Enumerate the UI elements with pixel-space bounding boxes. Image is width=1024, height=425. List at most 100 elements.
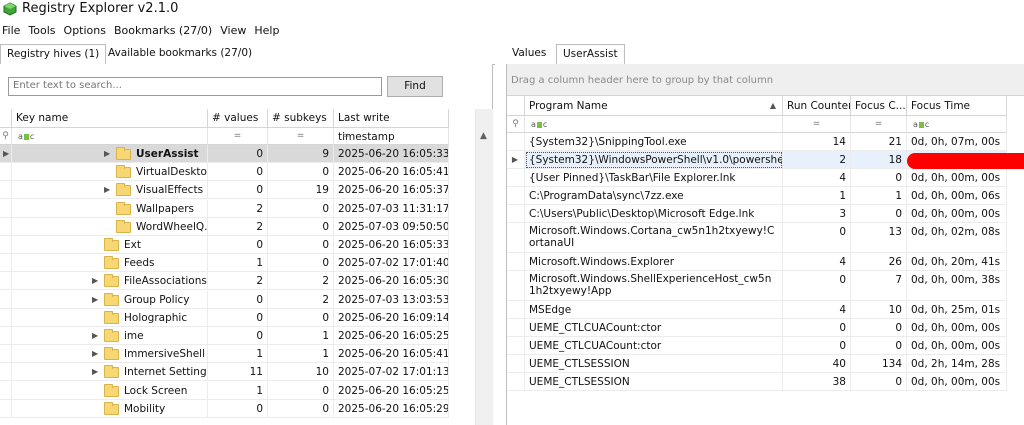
row-indicator (0, 345, 12, 364)
col-program-name[interactable]: Program Name ▲ (525, 96, 783, 116)
registry-key-row[interactable]: ▶ ImmersiveShell 1 1 2025-06-20 16:05:41 (0, 345, 464, 364)
key-name-cell[interactable]: ▶ UserAssist (12, 145, 208, 163)
key-name-cell[interactable]: ▶ Internet Settings (12, 363, 208, 382)
expand-arrow-icon[interactable]: ▶ (104, 145, 112, 162)
key-name-cell[interactable]: ▶ Group Policy (12, 290, 208, 309)
expand-arrow-icon[interactable]: ▶ (92, 345, 100, 362)
registry-key-row[interactable]: Holographic 0 0 2025-06-20 16:09:14 (0, 308, 464, 327)
userassist-row[interactable]: {System32}\SnippingTool.exe 14 21 0d, 0h, 0… (507, 133, 1007, 151)
col-run-counter[interactable]: Run Counter (783, 96, 851, 116)
registry-key-row[interactable]: Lock Screen 1 0 2025-06-20 16:05:25 (0, 381, 464, 400)
registry-key-row[interactable]: ▶ ime 0 1 2025-06-20 16:05:25 (0, 327, 464, 345)
tab-available-bookmarks[interactable]: Available bookmarks (27/0) (102, 44, 258, 63)
key-name-cell[interactable]: Holographic (12, 308, 208, 327)
filter-row-icon: ⚲ (507, 116, 525, 133)
program-name[interactable]: C:\Users\Public\Desktop\Microsoft Edge.l… (525, 205, 783, 223)
program-name[interactable]: Microsoft.Windows.Cortana_cw5n1h2txyewy!… (525, 223, 783, 253)
program-name[interactable]: {User Pinned}\TaskBar\File Explorer.lnk (525, 169, 783, 187)
program-name[interactable]: C:\ProgramData\sync\7zz.exe (525, 187, 783, 205)
userassist-row[interactable]: {User Pinned}\TaskBar\File Explorer.lnk 4… (507, 169, 1007, 187)
filter-focus-count[interactable]: = (851, 116, 907, 133)
userassist-row[interactable]: UEME_CTLCUACount:ctor 0 0 0d, 0h, 00m, 00s (507, 319, 1007, 337)
registry-key-row[interactable]: ▶ VisualEffects 0 19 2025-06-20 16:05:37 (0, 181, 464, 200)
program-name[interactable]: Microsoft.Windows.Explorer (525, 253, 783, 271)
vertical-scrollbar[interactable]: ▲ (475, 109, 493, 425)
userassist-row[interactable]: MSEdge 4 10 0d, 0h, 25m, 01s (507, 301, 1007, 319)
registry-key-row[interactable]: ▶ FileAssociations 2 2 2025-06-20 16:05:30 (0, 272, 464, 291)
key-name-cell[interactable]: Feeds (12, 254, 208, 273)
col-last-write[interactable]: Last write timestamp (334, 109, 449, 143)
key-name-cell[interactable]: Ext (12, 236, 208, 254)
expand-arrow-icon[interactable]: ▶ (92, 291, 100, 308)
userassist-row[interactable]: C:\ProgramData\sync\7zz.exe 1 1 0d, 0h, 00m… (507, 187, 1007, 205)
key-name-cell[interactable]: ▶ VisualEffects (12, 181, 208, 200)
menu-help[interactable]: Help (254, 22, 285, 40)
tab-values[interactable]: Values (506, 44, 552, 63)
filter-program-name[interactable]: ac (525, 116, 783, 133)
program-name[interactable]: UEME_CTLSESSION (525, 355, 783, 373)
search-input[interactable] (9, 78, 377, 93)
filter-timestamp[interactable]: = (334, 128, 449, 145)
col-key-name[interactable]: Key name (12, 109, 208, 128)
tab-userassist[interactable]: UserAssist (556, 44, 625, 65)
menu-bookmarks[interactable]: Bookmarks (27/0) (114, 22, 218, 40)
program-name[interactable]: {System32}\WindowsPowerShell\v1.0\powers… (525, 151, 783, 169)
registry-key-row[interactable]: ▶ Group Policy 0 2 2025-07-03 13:03:53 (0, 290, 464, 309)
registry-key-row[interactable]: ▶ Internet Settings 11 10 2025-07-02 17:01:1… (0, 363, 464, 382)
registry-key-row[interactable]: Ext 0 0 2025-06-20 16:05:33 (0, 236, 464, 254)
find-button[interactable]: Find (387, 76, 443, 97)
registry-key-row[interactable]: VirtualDesktops002025-06-20 16:05:41 (0, 163, 464, 182)
col-values[interactable]: # values (208, 109, 268, 128)
registry-key-row[interactable]: ▶ ▶ UserAssist 0 9 2025-06-20 16:05:33 (0, 145, 464, 163)
userassist-row[interactable]: Microsoft.Windows.Explorer 4 26 0d, 0h, 20m… (507, 253, 1007, 271)
userassist-row[interactable]: UEME_CTLSESSION 40 134 0d, 2h, 14m, 28s (507, 355, 1007, 373)
program-name[interactable]: {System32}\SnippingTool.exe (525, 133, 783, 151)
focus-time: 0d, 0h, 07m, 00s (907, 133, 1007, 151)
userassist-row[interactable]: ▶ {System32}\WindowsPowerShell\v1.0\power… (507, 151, 1024, 169)
key-name-cell[interactable]: ▶ FileAssociations (12, 272, 208, 291)
registry-key-row[interactable]: WordWheelQ... 2 0 2025-07-03 09:50:50 (0, 217, 464, 236)
key-name-cell[interactable]: WordWheelQ... (12, 217, 208, 236)
registry-key-row[interactable]: Feeds 1 0 2025-07-02 17:01:40 (0, 254, 464, 273)
filter-key-name[interactable]: ac (12, 128, 208, 145)
col-focus-time[interactable]: Focus Time (907, 96, 1007, 116)
userassist-row[interactable]: Microsoft.Windows.ShellExperienceHost_cw… (507, 271, 1007, 301)
program-name[interactable]: UEME_CTLSESSION (525, 373, 783, 391)
key-name-cell[interactable]: Wallpapers (12, 199, 208, 218)
col-focus-count[interactable]: Focus C... (851, 96, 907, 116)
program-name[interactable]: UEME_CTLCUACount:ctor (525, 337, 783, 355)
key-name-cell[interactable]: Mobility (12, 399, 208, 418)
last-write-timestamp: 2025-07-03 11:31:17 (334, 199, 449, 218)
subkeys-count: 1 (268, 345, 334, 364)
program-name[interactable]: MSEdge (525, 301, 783, 319)
group-by-panel[interactable]: Drag a column header here to group by th… (507, 64, 1024, 96)
search-field[interactable] (8, 77, 382, 96)
menu-file[interactable]: File (2, 22, 26, 40)
scroll-up-icon[interactable]: ▲ (480, 131, 487, 141)
registry-key-row[interactable]: Wallpapers 2 0 2025-07-03 11:31:17 (0, 199, 464, 218)
expand-arrow-icon[interactable]: ▶ (104, 181, 112, 198)
userassist-row[interactable]: UEME_CTLSESSION 38 0 0d, 0h, 00m, 00s (507, 373, 1007, 391)
key-name-cell[interactable]: ▶ ImmersiveShell (12, 345, 208, 364)
program-name[interactable]: UEME_CTLCUACount:ctor (525, 319, 783, 337)
key-name-cell[interactable]: Lock Screen (12, 381, 208, 400)
expand-arrow-icon[interactable]: ▶ (92, 363, 100, 380)
menu-view[interactable]: View (220, 22, 252, 40)
filter-focus-time[interactable]: ac (907, 116, 1007, 133)
expand-arrow-icon[interactable]: ▶ (92, 272, 100, 289)
expand-arrow-icon[interactable]: ▶ (92, 327, 100, 344)
menu-tools[interactable]: Tools (28, 22, 61, 40)
program-name[interactable]: Microsoft.Windows.ShellExperienceHost_cw… (525, 271, 783, 301)
key-name-cell[interactable]: VirtualDesktops (12, 163, 208, 182)
menu-options[interactable]: Options (64, 22, 112, 40)
userassist-row[interactable]: C:\Users\Public\Desktop\Microsoft Edge.l… (507, 205, 1007, 223)
col-subkeys[interactable]: # subkeys (268, 109, 334, 128)
filter-values[interactable]: = (208, 128, 268, 145)
userassist-row[interactable]: Microsoft.Windows.Cortana_cw5n1h2txyewy!… (507, 223, 1007, 253)
filter-run-counter[interactable]: = (783, 116, 851, 133)
key-name-cell[interactable]: ▶ ime (12, 327, 208, 345)
registry-key-row[interactable]: Mobility 0 0 2025-06-20 16:05:29 (0, 399, 464, 418)
userassist-row[interactable]: UEME_CTLCUACount:ctor 0 0 0d, 0h, 00m, 00s (507, 337, 1007, 355)
filter-subkeys[interactable]: = (268, 128, 334, 145)
tab-registry-hives[interactable]: Registry hives (1) (0, 44, 107, 65)
